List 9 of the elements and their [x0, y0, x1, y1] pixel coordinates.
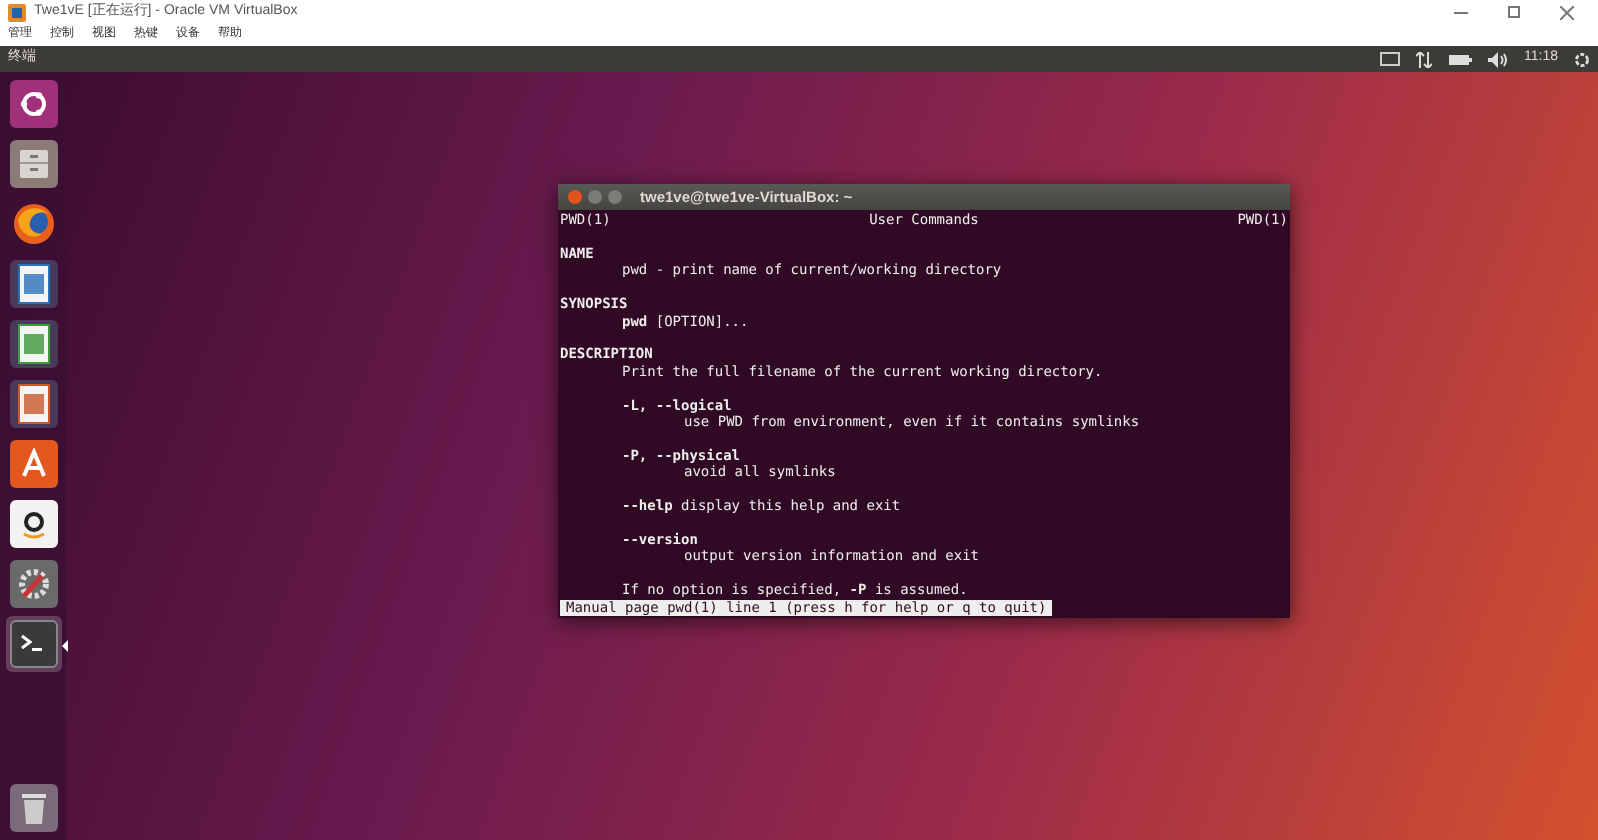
power-icon[interactable]	[1574, 51, 1590, 67]
network-arrows-icon[interactable]	[1416, 51, 1432, 67]
battery-icon[interactable]	[1448, 53, 1472, 65]
minimize-icon[interactable]	[1454, 11, 1468, 13]
restore-icon[interactable]	[1508, 6, 1520, 18]
close-icon[interactable]	[1560, 5, 1574, 19]
active-indicator-icon	[61, 640, 67, 652]
volume-icon[interactable]	[1488, 51, 1508, 67]
app-logo-icon	[8, 3, 26, 21]
